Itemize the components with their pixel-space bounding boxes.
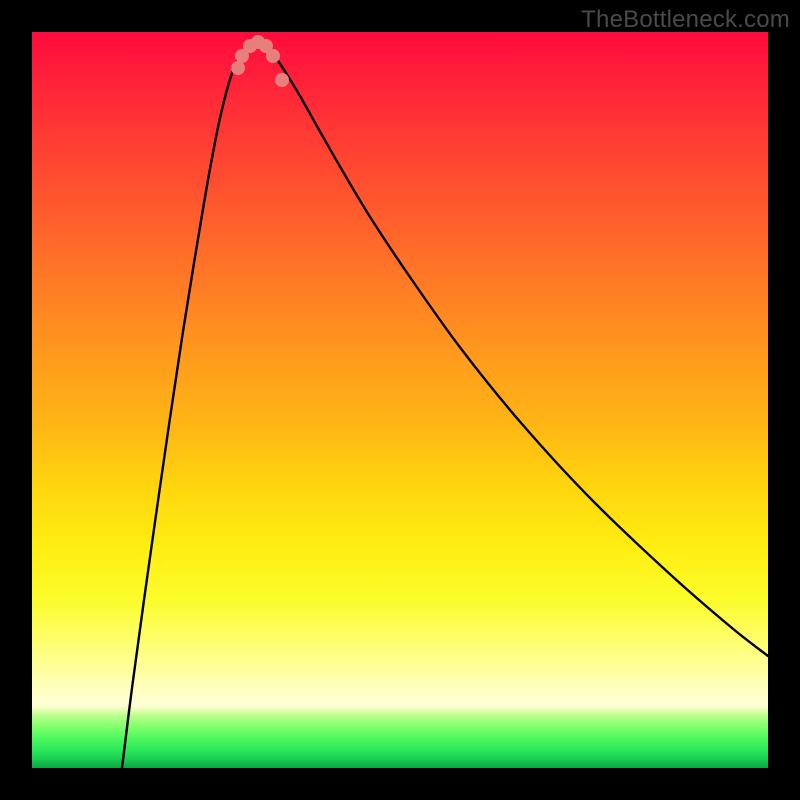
valley-marker-group [231, 35, 289, 87]
chart-frame: TheBottleneck.com [0, 0, 800, 800]
valley-marker [266, 49, 280, 63]
bottleneck-curve [122, 40, 768, 768]
watermark-text: TheBottleneck.com [581, 6, 790, 34]
curve-layer [32, 32, 768, 768]
valley-marker [275, 73, 289, 87]
valley-marker [231, 61, 245, 75]
